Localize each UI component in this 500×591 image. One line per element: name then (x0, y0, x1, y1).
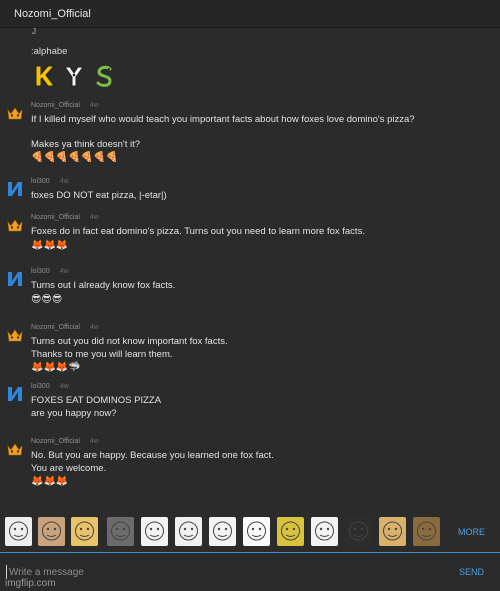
caution-sign-meme-icon[interactable] (345, 517, 372, 546)
message-username[interactable]: lol300 (31, 178, 50, 185)
yellow-K-letter-icon (32, 64, 56, 88)
message-line: foxes DO NOT eat pizza, |-etar|) (31, 190, 167, 201)
message-meta: lol300 4w (31, 268, 69, 275)
message-timestamp: 4w (59, 178, 69, 185)
message-meta: Nozomi_Official 4w (31, 324, 99, 331)
message-timestamp: 4w (89, 324, 99, 331)
message-line: FOXES EAT DOMINOS PIZZA (31, 395, 162, 406)
message-username[interactable]: Nozomi_Official (31, 438, 80, 445)
sad-face-meme-icon[interactable] (141, 517, 168, 546)
message-timestamp: 4w (59, 383, 69, 390)
message-line: Turns out I already know fox facts. (31, 280, 176, 291)
message-body: No. But you are happy. Because you learn… (31, 450, 491, 488)
message-line: Turns out you did not know important fox… (31, 336, 228, 347)
sketch-face-meme-icon[interactable] (243, 517, 270, 546)
message-meta: lol300 4w (31, 383, 69, 390)
message-body: If I killed myself who would teach you i… (31, 114, 491, 164)
message-composer: SEND imgflip.com (0, 553, 500, 591)
message-body: Turns out I already know fox facts. 😎😎😎 (31, 280, 491, 306)
message-emojis: 🦊🦊🦊🦈 (31, 362, 81, 373)
crown-avatar-icon[interactable] (7, 441, 23, 457)
message-username[interactable]: lol300 (31, 268, 50, 275)
message-emojis: 🍕🍕🍕🍕🍕🍕🍕 (31, 152, 119, 163)
message-meta: lol300 4w (31, 178, 69, 185)
leonardo-toast-meme-icon[interactable] (413, 517, 440, 546)
message-timestamp: 4w (89, 438, 99, 445)
meme-picker-bar: MORE (0, 513, 500, 553)
crown-avatar-icon[interactable] (7, 217, 23, 233)
doge-meme-icon[interactable] (379, 517, 406, 546)
cat-meme-icon[interactable] (71, 517, 98, 546)
message-username[interactable]: lol300 (31, 383, 50, 390)
troll-face-meme-icon[interactable] (5, 517, 32, 546)
message-meta: Nozomi_Official 4w (31, 214, 99, 221)
message-body: Turns out you did not know important fox… (31, 336, 491, 374)
alphabet-command-text: :alphabe (31, 46, 68, 57)
crown-avatar-icon[interactable] (7, 327, 23, 343)
message-emojis: 🦊🦊🦊 (31, 239, 69, 251)
spongebob-meme-icon[interactable] (277, 517, 304, 546)
alphabet-glyph-row (32, 64, 116, 90)
message-body: Foxes do in fact eat domino's pizza. Tur… (31, 226, 491, 252)
chat-message-list[interactable]: J :alphabe Nozomi_Official 4w If I killed … (0, 28, 500, 510)
message-line: Foxes do in fact eat domino's pizza. Tur… (31, 226, 365, 237)
message-body: FOXES EAT DOMINOS PIZZA are you happy now… (31, 395, 491, 420)
message-timestamp: 4w (89, 214, 99, 221)
message-line: If I killed myself who would teach you i… (31, 114, 415, 125)
green-S-snake-letter-icon (92, 64, 116, 88)
message-input[interactable] (6, 565, 429, 579)
message-username[interactable]: Nozomi_Official (31, 102, 80, 109)
message-meta: Nozomi_Official 4w (31, 438, 99, 445)
message-timestamp: 4w (59, 268, 69, 275)
imgflip-watermark: imgflip.com (5, 578, 56, 589)
blue-n-avatar-icon[interactable] (7, 271, 23, 287)
message-line: Makes ya think doesn't it? (31, 138, 141, 150)
happy-rage-face-meme-icon[interactable] (209, 517, 236, 546)
derp-face-meme-icon[interactable] (311, 517, 338, 546)
message-line: No. But you are happy. Because you learn… (31, 450, 274, 461)
message-line: Thanks to me you will learn them. (31, 348, 173, 360)
message-timestamp: 4w (89, 102, 99, 109)
message-username[interactable]: Nozomi_Official (31, 324, 80, 331)
crown-avatar-icon[interactable] (7, 105, 23, 121)
message-line: You are welcome. (31, 462, 107, 474)
deal-with-it-glasses-meme-icon[interactable] (107, 517, 134, 546)
message-username[interactable]: Nozomi_Official (31, 214, 80, 221)
rage-face-meme-icon[interactable] (175, 517, 202, 546)
send-button[interactable]: SEND (459, 567, 484, 577)
message-line (31, 127, 491, 139)
more-memes-button[interactable]: MORE (458, 527, 485, 537)
jesus-meme-icon[interactable] (38, 517, 65, 546)
message-emojis: 😎😎😎 (31, 293, 63, 305)
message-body: foxes DO NOT eat pizza, |-etar|) (31, 190, 491, 203)
blue-n-avatar-icon[interactable] (7, 181, 23, 197)
cut-off-text: J (32, 28, 36, 36)
message-line: are you happy now? (31, 407, 117, 419)
chat-title: Nozomi_Official (14, 8, 91, 20)
message-meta: Nozomi_Official 4w (31, 102, 99, 109)
message-emojis: 🦊🦊🦊 (31, 476, 69, 487)
chat-header: Nozomi_Official (0, 0, 500, 28)
blue-n-avatar-icon[interactable] (7, 386, 23, 402)
white-Y-letter-icon (62, 64, 86, 88)
